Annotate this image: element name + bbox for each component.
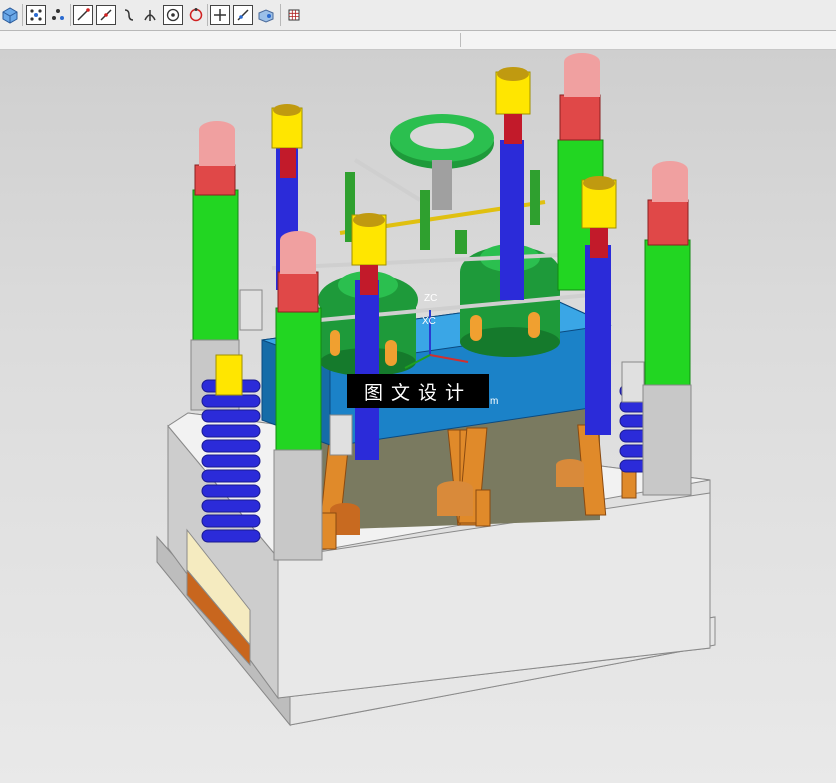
snap-toolbar — [0, 0, 836, 31]
point-on-curve-icon[interactable] — [210, 5, 230, 25]
arc-center-icon[interactable] — [163, 5, 183, 25]
axis-label-xc: XC — [422, 316, 436, 327]
status-subbar — [0, 31, 836, 50]
quadrant-point-icon[interactable] — [186, 5, 206, 25]
graphics-viewport[interactable]: ZC XC m 图文设计 — [0, 50, 836, 783]
view-cube-icon[interactable] — [0, 5, 20, 25]
point-on-face-icon[interactable] — [233, 5, 253, 25]
snap-points-icon[interactable] — [26, 5, 46, 25]
axis-label-zc: ZC — [424, 293, 438, 304]
intersection-icon[interactable] — [140, 5, 160, 25]
axis-label-partial: m — [490, 396, 499, 407]
snap-midpoint-icon[interactable] — [48, 5, 68, 25]
watermark-label: 图文设计 — [347, 374, 489, 408]
grid-icon[interactable] — [284, 5, 304, 25]
face-snap-icon[interactable] — [256, 5, 276, 25]
mold-assembly-model — [156, 53, 716, 727]
curve-point-icon[interactable] — [119, 5, 139, 25]
line-endpoint-icon[interactable] — [73, 5, 93, 25]
line-midpoint-icon[interactable] — [96, 5, 116, 25]
